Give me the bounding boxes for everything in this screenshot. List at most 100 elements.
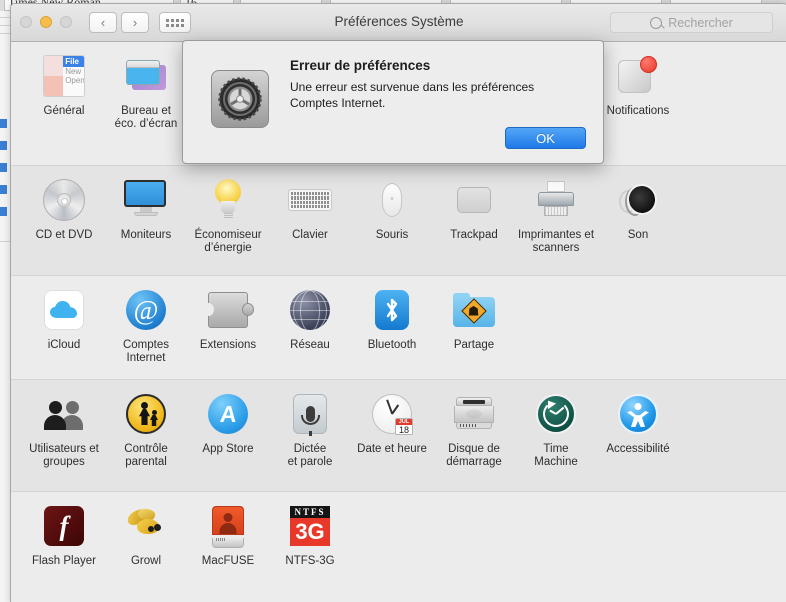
pref-item-printers-scanners[interactable]: Imprimantes et scanners <box>515 176 597 255</box>
extensions-icon <box>203 286 254 334</box>
ntfs-top-text: NTFS <box>294 507 326 517</box>
pref-item-startup-disk[interactable]: Disque de démarrage <box>433 390 515 469</box>
pref-label: Time Machine <box>534 443 578 468</box>
displays-icon <box>122 176 170 224</box>
pref-label: Général <box>43 105 85 117</box>
pref-label: Comptes Internet <box>122 339 170 364</box>
dialog-message: Une erreur est survenue dans les préfére… <box>290 80 535 110</box>
pref-label: Extensions <box>199 339 257 351</box>
users-groups-icon <box>40 390 88 438</box>
ntfs-bottom-text: 3G <box>295 519 325 544</box>
pref-label: Growl <box>130 555 162 567</box>
pref-label: Bluetooth <box>367 339 417 351</box>
pref-item-internet-accounts[interactable]: @ Comptes Internet <box>105 286 187 365</box>
pref-item-users-groups[interactable]: Utilisateurs et groupes <box>23 390 105 469</box>
general-icon-item2-text: Open <box>65 76 85 85</box>
pref-item-ntfs-3g[interactable]: NTFS 3G NTFS-3G <box>269 502 351 568</box>
search-icon <box>650 16 663 29</box>
search-placeholder: Rechercher <box>668 15 733 30</box>
pref-item-mouse[interactable]: Souris <box>351 176 433 255</box>
calendar-badge: JUL 18 <box>395 418 413 435</box>
network-icon <box>286 286 334 334</box>
search-field[interactable]: Rechercher <box>610 12 773 33</box>
general-icon-menu-text: File <box>63 56 84 67</box>
pref-label: Bureau et éco. d’écran <box>114 105 178 130</box>
printers-scanners-icon <box>532 176 580 224</box>
appstore-glyph: A <box>218 400 238 427</box>
keyboard-icon <box>286 176 334 224</box>
sound-icon <box>614 176 662 224</box>
pref-item-bluetooth[interactable]: Bluetooth <box>351 286 433 365</box>
pref-row-2: CD et DVD Moniteurs Économiseur d’énergi… <box>11 166 786 276</box>
pref-item-desktop-screensaver[interactable]: Bureau et éco. d’écran <box>105 52 187 131</box>
dictation-speech-icon <box>286 390 334 438</box>
general-icon-item1-text: New <box>65 67 82 76</box>
pref-label: Partage <box>453 339 495 351</box>
screen: Times New Roman 16 <box>0 0 786 602</box>
pref-item-icloud[interactable]: iCloud <box>23 286 105 365</box>
calendar-day: 18 <box>398 425 409 435</box>
at-glyph: @ <box>126 290 166 330</box>
pref-label: Dictée et parole <box>287 443 333 468</box>
pref-label: Réseau <box>290 339 330 351</box>
icloud-icon <box>40 286 88 334</box>
window-titlebar: ‹ › Préférences Système Rechercher <box>11 4 786 42</box>
pref-item-energy-saver[interactable]: Économiseur d’énergie <box>187 176 269 255</box>
cloud-glyph <box>50 301 77 318</box>
pref-item-notifications[interactable]: Notifications <box>597 52 679 131</box>
flash-glyph: f <box>59 510 69 541</box>
pref-item-growl[interactable]: Growl <box>105 502 187 568</box>
pref-item-cd-dvd[interactable]: CD et DVD <box>23 176 105 255</box>
pref-item-sharing[interactable]: ☗ Partage <box>433 286 515 365</box>
gear-glyph <box>218 77 262 121</box>
pref-item-flash-player[interactable]: f Flash Player <box>23 502 105 568</box>
pref-label: Accessibilité <box>606 443 670 455</box>
pref-item-parental-controls[interactable]: Contrôle parental <box>105 390 187 469</box>
pref-label: Imprimantes et scanners <box>517 229 595 254</box>
date-time-icon: JUL 18 <box>368 390 416 438</box>
pref-label: NTFS-3G <box>285 555 335 567</box>
pref-item-network[interactable]: Réseau <box>269 286 351 365</box>
pref-row-4: Utilisateurs et groupes Contrôle parenta… <box>11 380 786 492</box>
pref-label: Utilisateurs et groupes <box>29 443 99 468</box>
pref-row-3: iCloud @ Comptes Internet Extensions Rés… <box>11 276 786 380</box>
ok-button[interactable]: OK <box>505 127 586 149</box>
trackpad-icon <box>450 176 498 224</box>
pref-item-dictation-speech[interactable]: Dictée et parole <box>269 390 351 469</box>
pref-label: Trackpad <box>450 229 498 241</box>
app-store-icon: A <box>204 390 252 438</box>
pref-label: Économiseur d’énergie <box>194 229 262 254</box>
time-machine-icon <box>532 390 580 438</box>
notifications-icon <box>614 52 662 100</box>
parental-controls-icon <box>122 390 170 438</box>
dialog-title: Erreur de préférences <box>290 58 431 73</box>
pref-label: CD et DVD <box>35 229 93 241</box>
pref-label: Disque de démarrage <box>446 443 502 468</box>
ntfs-3g-icon: NTFS 3G <box>286 502 334 550</box>
pref-item-accessibility[interactable]: Accessibilité <box>597 390 679 469</box>
mouse-icon <box>368 176 416 224</box>
pref-label: MacFUSE <box>201 555 255 567</box>
sharing-icon: ☗ <box>450 286 498 334</box>
pref-item-sound[interactable]: Son <box>597 176 679 255</box>
general-icon: File New Open <box>40 52 88 100</box>
bluetooth-icon <box>368 286 416 334</box>
pref-item-app-store[interactable]: A App Store <box>187 390 269 469</box>
flash-player-icon: f <box>40 502 88 550</box>
pref-item-time-machine[interactable]: Time Machine <box>515 390 597 469</box>
pref-item-keyboard[interactable]: Clavier <box>269 176 351 255</box>
pref-label: Flash Player <box>32 555 96 567</box>
energy-saver-icon <box>204 176 252 224</box>
pref-item-date-time[interactable]: JUL 18 Date et heure <box>351 390 433 469</box>
preferences-error-dialog: Erreur de préférences Une erreur est sur… <box>182 40 604 164</box>
pref-item-extensions[interactable]: Extensions <box>187 286 269 365</box>
desktop-screensaver-icon <box>122 52 170 100</box>
pref-row-5: f Flash Player Growl MacFUSE NTFS 3G NTF… <box>11 492 786 602</box>
pref-label: Notifications <box>606 105 670 117</box>
pref-label: Date et heure <box>357 443 427 455</box>
pref-item-trackpad[interactable]: Trackpad <box>433 176 515 255</box>
pref-item-displays[interactable]: Moniteurs <box>105 176 187 255</box>
pref-item-general[interactable]: File New Open Général <box>23 52 105 131</box>
pref-item-macfuse[interactable]: MacFUSE <box>187 502 269 568</box>
pref-label: Contrôle parental <box>124 443 168 468</box>
